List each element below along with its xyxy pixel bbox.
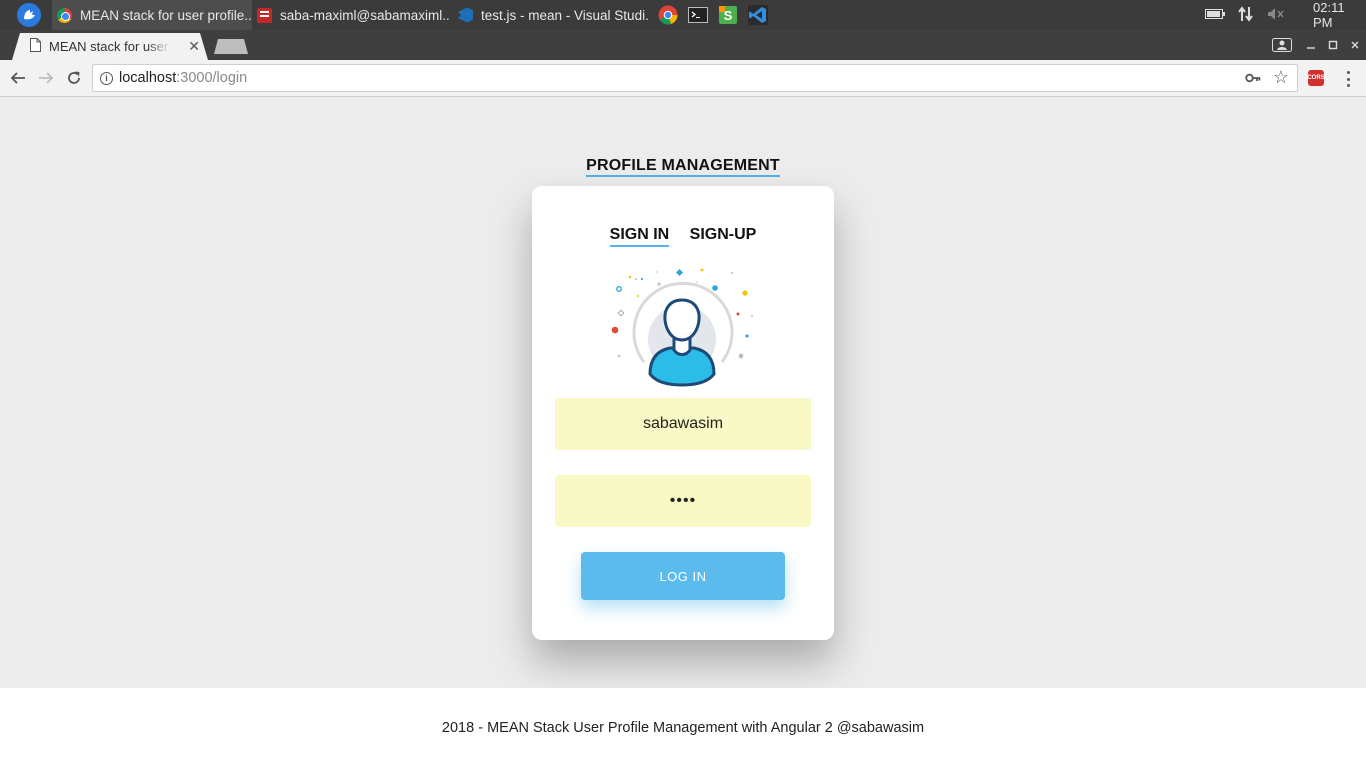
close-tab-icon[interactable]: ✕ [188,38,200,55]
url-path: :3000/login [176,70,248,86]
system-tray: 02:11 PM [1205,0,1366,30]
pinned-terminal-icon[interactable] [688,5,708,25]
user-avatar-icon [604,264,762,395]
address-url: localhost:3000/login [119,70,247,86]
login-button[interactable]: LOG IN [581,552,785,600]
username-field[interactable] [555,398,811,450]
taskbar-task-label: saba-maximl@sabamaximl... [280,7,450,23]
back-icon[interactable] [8,68,28,88]
pinned-sublime-icon[interactable]: S [718,5,738,25]
footer: 2018 - MEAN Stack User Profile Managemen… [0,688,1366,768]
key-icon[interactable] [1245,71,1261,89]
cors-extension-icon[interactable]: CORS [1307,70,1325,86]
taskbar-task-terminal[interactable]: saba-maximl@sabamaximl... [252,0,450,30]
taskbar-task-vscode[interactable]: test.js - mean - Visual Studi... [452,0,650,30]
pinned-chrome-icon[interactable] [658,5,678,25]
profile-icon[interactable] [1268,38,1296,52]
page-title: PROFILE MANAGEMENT [586,157,780,177]
browser-tab-active[interactable]: MEAN stack for user profile ✕ [12,33,208,60]
network-icon[interactable] [1237,5,1255,26]
browser-tabstrip: MEAN stack for user profile ✕ [0,30,1366,60]
vscode-icon [458,7,473,23]
maximize-icon[interactable] [1322,40,1344,50]
tab-sign-up[interactable]: SIGN-UP [690,226,757,245]
window-controls [1268,30,1366,60]
os-menu-icon[interactable] [17,3,41,27]
close-window-icon[interactable] [1344,40,1366,50]
browser-toolbar: i localhost:3000/login ☆ CORS [0,60,1366,97]
battery-icon[interactable] [1205,8,1225,23]
auth-tabs: SIGN IN SIGN-UP [532,226,834,247]
chrome-icon [57,7,72,23]
chrome-menu-icon[interactable] [1340,69,1356,89]
login-card: SIGN IN SIGN-UP sabawasim •••• LOG IN [532,186,834,640]
taskbar-task-label: MEAN stack for user profile... [80,7,252,23]
taskbar-task-label: test.js - mean - Visual Studi... [481,7,650,23]
terminal-icon [257,7,272,23]
page-title-wrap: PROFILE MANAGEMENT [0,157,1366,177]
tab-sign-in[interactable]: SIGN IN [609,226,670,247]
clock[interactable]: 02:11 PM [1313,0,1366,30]
pinned-vscode-icon[interactable] [748,5,768,25]
svg-text:S: S [724,8,733,23]
os-taskbar: MEAN stack for user profile... saba-maxi… [0,0,1366,30]
volume-muted-icon[interactable] [1267,7,1287,24]
bookmark-star-icon[interactable]: ☆ [1273,67,1289,88]
minimize-icon[interactable] [1300,40,1322,50]
new-tab-button[interactable] [214,39,248,54]
reload-icon[interactable] [64,68,84,88]
browser-tab-title: MEAN stack for user profile [49,39,171,54]
taskbar-task-browser[interactable]: MEAN stack for user profile... [52,0,252,30]
password-field[interactable] [555,475,811,527]
footer-text: 2018 - MEAN Stack User Profile Managemen… [441,720,925,736]
page-icon [30,38,41,55]
forward-icon[interactable] [36,68,56,88]
address-bar[interactable]: i localhost:3000/login ☆ [92,64,1298,92]
site-info-icon[interactable]: i [100,72,113,85]
url-host: localhost [119,70,177,86]
